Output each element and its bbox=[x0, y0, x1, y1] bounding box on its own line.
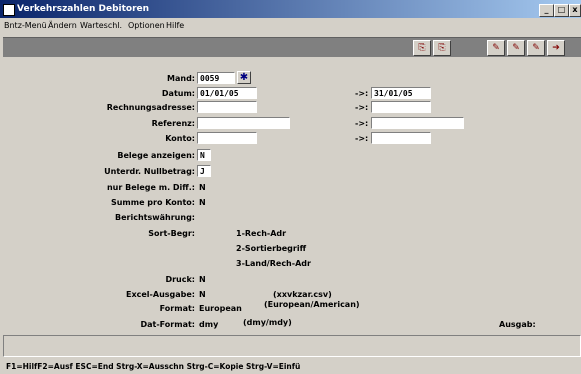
toolbar: ⎘ ⎘ ✎ ✎ ✎ ➔ bbox=[3, 37, 581, 57]
menu-item-bntz[interactable]: Bntz-Menü bbox=[4, 21, 47, 30]
unterdr-nullbetrag-label: Unterdr. Nullbetrag: bbox=[104, 167, 195, 176]
sort-option-3: 3-Land/Rech-Adr bbox=[236, 259, 311, 268]
summe-pro-konto-value: N bbox=[199, 198, 206, 207]
tool-icon[interactable]: ✎ bbox=[507, 40, 525, 56]
datum-label: Datum: bbox=[161, 89, 195, 98]
format-hint: (European/American) bbox=[264, 300, 360, 309]
mand-label: Mand: bbox=[167, 74, 195, 83]
dat-format-label: Dat-Format: bbox=[140, 320, 195, 329]
lookup-icon[interactable]: ✱ bbox=[237, 71, 251, 84]
close-button[interactable]: x bbox=[569, 4, 581, 17]
copy-icon[interactable]: ⎘ bbox=[413, 40, 431, 56]
menu-item-aendern[interactable]: Ändern bbox=[48, 21, 77, 30]
belege-anzeigen-field[interactable]: N bbox=[197, 149, 211, 161]
menu-item-optionen[interactable]: Optionen bbox=[128, 21, 165, 30]
rechnungsadresse-label: Rechnungsadresse: bbox=[106, 103, 195, 112]
range-arrow: ->: bbox=[355, 89, 369, 98]
app-icon bbox=[3, 4, 15, 16]
rechnungsadresse-to-field[interactable] bbox=[371, 101, 431, 113]
sort-option-2: 2-Sortierbegriff bbox=[236, 244, 307, 253]
excel-hint: (xxvkzar.csv) bbox=[273, 290, 332, 299]
range-arrow: ->: bbox=[355, 134, 369, 143]
tool-icon[interactable]: ✎ bbox=[487, 40, 505, 56]
konto-from-field[interactable] bbox=[197, 132, 257, 144]
paste-icon[interactable]: ⎘ bbox=[433, 40, 451, 56]
message-panel bbox=[3, 335, 581, 357]
druck-value: N bbox=[199, 275, 206, 284]
rechnungsadresse-from-field[interactable] bbox=[197, 101, 257, 113]
status-bar: F1=HilfF2=Ausf ESC=End Strg-X=Ausschn St… bbox=[6, 362, 301, 371]
datum-from-field[interactable]: 01/01/05 bbox=[197, 87, 257, 99]
summe-pro-konto-label: Summe pro Konto: bbox=[110, 198, 195, 207]
konto-label: Konto: bbox=[165, 134, 195, 143]
excel-ausgabe-value: N bbox=[199, 290, 206, 299]
format-value: European bbox=[199, 304, 242, 313]
menu-item-warteschl[interactable]: Warteschl. bbox=[80, 21, 122, 30]
dat-format-value: dmy bbox=[199, 320, 219, 329]
title-bar: Verkehrszahlen Debitoren _ □ x bbox=[0, 0, 581, 18]
window-title: Verkehrszahlen Debitoren bbox=[17, 4, 150, 14]
maximize-button[interactable]: □ bbox=[554, 4, 569, 17]
referenz-label: Referenz: bbox=[151, 119, 195, 128]
belege-anzeigen-label: Belege anzeigen: bbox=[117, 151, 195, 160]
druck-label: Druck: bbox=[165, 275, 195, 284]
nur-belege-label: nur Belege m. Diff.: bbox=[106, 183, 195, 192]
datum-to-field[interactable]: 31/01/05 bbox=[371, 87, 431, 99]
sort-begr-label: Sort-Begr: bbox=[148, 229, 195, 238]
mand-field[interactable]: 0059 bbox=[197, 72, 235, 84]
ausgab-label: Ausgab: bbox=[499, 320, 536, 329]
exit-icon[interactable]: ➔ bbox=[547, 40, 565, 56]
dat-format-hint: (dmy/mdy) bbox=[243, 318, 292, 327]
minimize-button[interactable]: _ bbox=[539, 4, 554, 17]
unterdr-nullbetrag-field[interactable]: J bbox=[197, 165, 211, 177]
range-arrow: ->: bbox=[355, 119, 369, 128]
referenz-to-field[interactable] bbox=[371, 117, 464, 129]
excel-ausgabe-label: Excel-Ausgabe: bbox=[126, 290, 195, 299]
menu-bar: Bntz-Menü Ändern Warteschl. Optionen Hil… bbox=[0, 19, 581, 34]
format-label: Format: bbox=[159, 304, 195, 313]
sort-option-1: 1-Rech-Adr bbox=[236, 229, 287, 238]
tool-icon[interactable]: ✎ bbox=[527, 40, 545, 56]
range-arrow: ->: bbox=[355, 103, 369, 112]
nur-belege-value: N bbox=[199, 183, 206, 192]
konto-to-field[interactable] bbox=[371, 132, 431, 144]
referenz-from-field[interactable] bbox=[197, 117, 290, 129]
menu-item-hilfe[interactable]: Hilfe bbox=[166, 21, 184, 30]
berichtswaehrung-label: Berichtswährung: bbox=[115, 213, 195, 222]
